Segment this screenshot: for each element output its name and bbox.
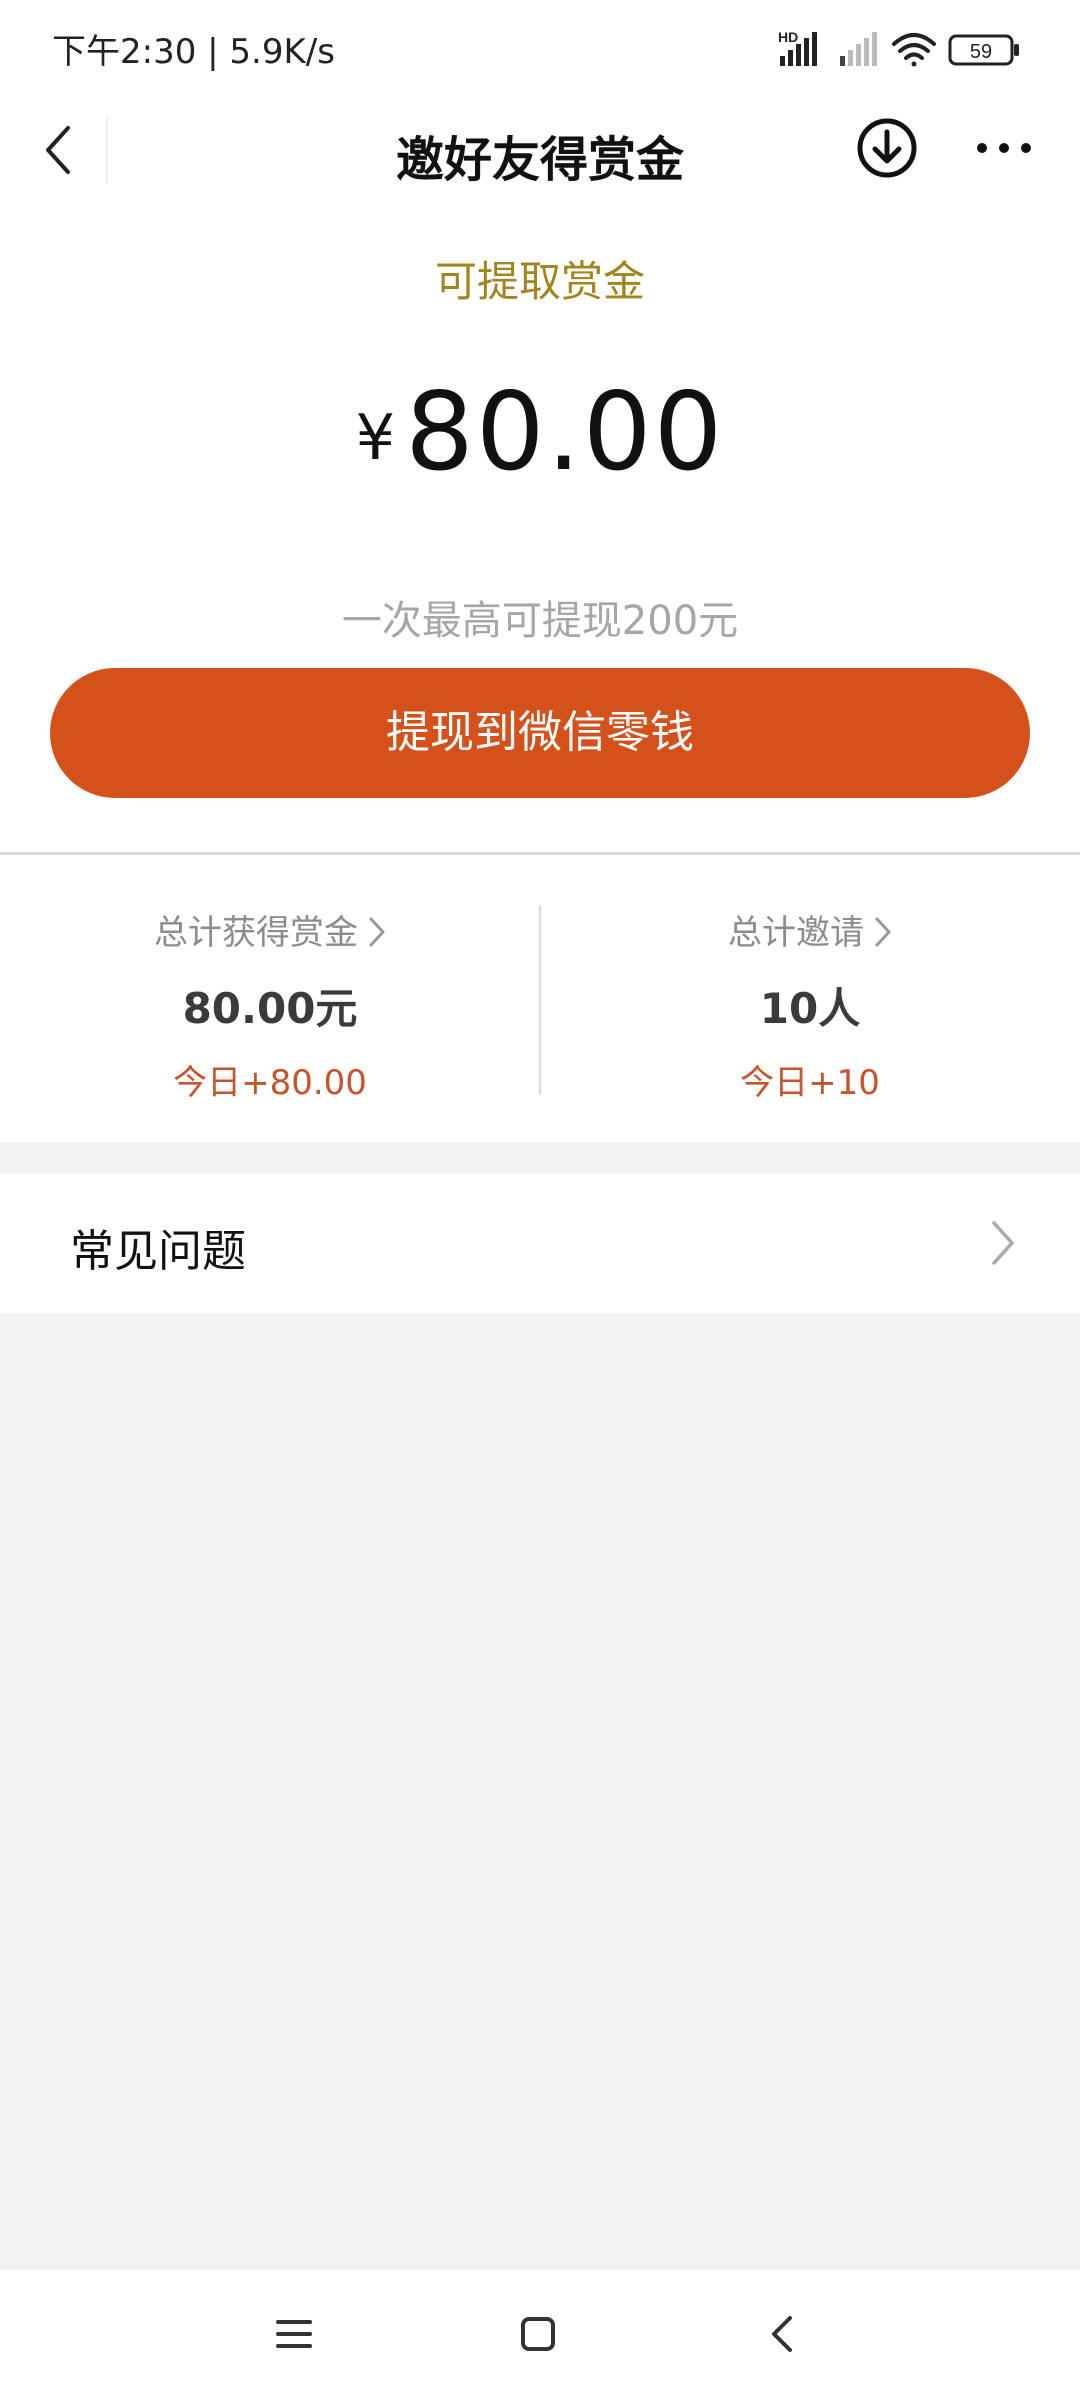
status-icons: HD 59 [778, 29, 1019, 67]
amount-value: 80.00 [405, 370, 725, 495]
total-invites-label: 总计邀请 [728, 913, 864, 953]
signal-weak-icon [840, 32, 877, 66]
withdraw-to-wechat-button[interactable]: 提现到微信零钱 [50, 668, 1030, 798]
faq-row[interactable]: 常见问题 [0, 1173, 1080, 1313]
more-icon[interactable] [970, 116, 1038, 180]
system-back-icon[interactable] [754, 2304, 814, 2364]
total-invites-value: 10人 [759, 984, 861, 1033]
total-invites-stat[interactable]: 总计邀请 10人 今日+10 [540, 855, 1080, 1143]
screen: 下午2:30 | 5.9K/s HD 59 邀好友得赏金 可提取赏金 ¥80.0… [0, 0, 1080, 2400]
system-nav-bar [0, 2270, 1080, 2400]
wifi-icon [892, 33, 936, 67]
chevron-right-icon [369, 917, 385, 947]
network-badge: HD [778, 29, 798, 45]
total-reward-today: 今日+80.00 [173, 1063, 367, 1103]
download-icon[interactable] [855, 116, 919, 180]
status-bar: 下午2:30 | 5.9K/s HD 59 [0, 0, 1080, 100]
amount-display: ¥80.00 [0, 370, 1080, 495]
chevron-right-icon [875, 917, 891, 947]
battery-level: 59 [970, 41, 992, 63]
total-reward-label: 总计获得赏金 [154, 913, 358, 953]
total-reward-value: 80.00元 [182, 984, 358, 1033]
battery-icon: 59 [948, 34, 1019, 66]
reward-card: 可提取赏金 ¥80.00 一次最高可提现200元 提现到微信零钱 [0, 200, 1080, 855]
nav-bar: 邀好友得赏金 [0, 100, 1080, 200]
total-reward-stat[interactable]: 总计获得赏金 80.00元 今日+80.00 [0, 855, 540, 1143]
chevron-right-icon [992, 1221, 1014, 1265]
home-icon[interactable] [508, 2304, 568, 2364]
withdrawable-label: 可提取赏金 [434, 257, 645, 306]
total-invites-label-row: 总计邀请 [540, 905, 1080, 954]
status-time-speed: 下午2:30 | 5.9K/s [52, 32, 335, 72]
withdraw-limit-note: 一次最高可提现200元 [341, 598, 739, 644]
total-invites-today: 今日+10 [740, 1063, 880, 1103]
faq-label: 常见问题 [70, 1226, 246, 1277]
hd-signal-icon: HD [778, 29, 817, 66]
currency-symbol: ¥ [355, 401, 396, 474]
total-reward-label-row: 总计获得赏金 [0, 905, 540, 954]
stats-card: 总计获得赏金 80.00元 今日+80.00 总计邀请 10人 今日+10 [0, 855, 1080, 1143]
menu-icon[interactable] [264, 2304, 324, 2364]
